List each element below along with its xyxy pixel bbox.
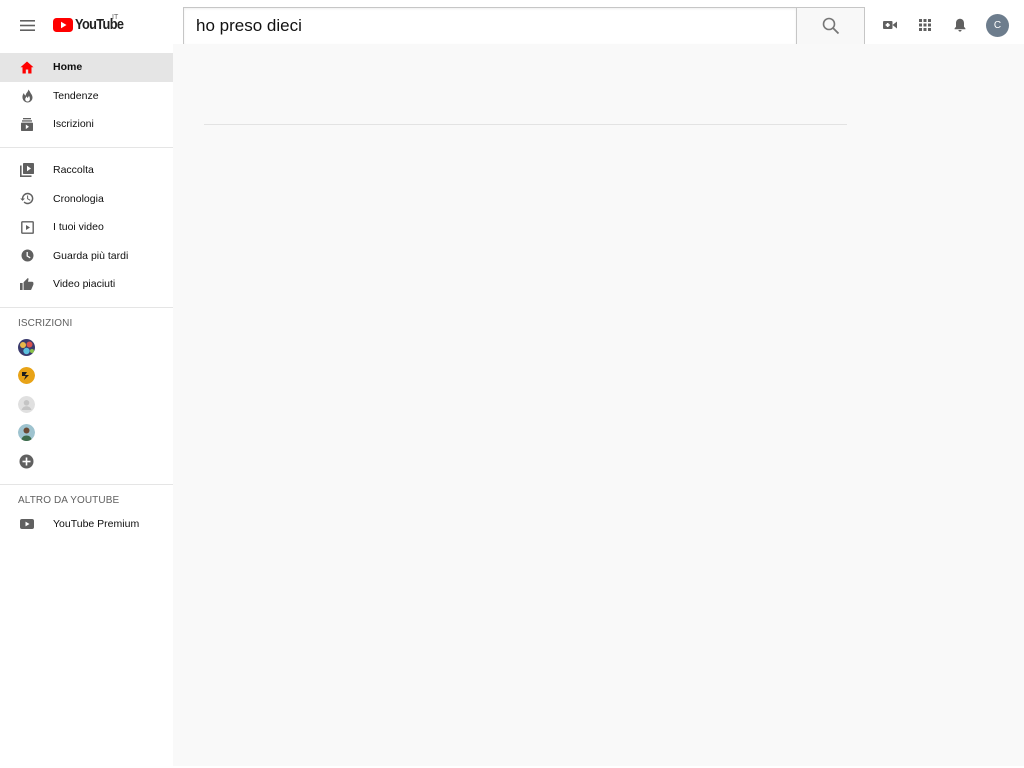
watch-later-icon bbox=[18, 247, 36, 265]
masthead: YouTube IT C bbox=[0, 0, 1024, 50]
sidebar-item-label: Guarda più tardi bbox=[53, 249, 129, 262]
search-form bbox=[183, 7, 865, 45]
sidebar-item-label: Cronologia bbox=[53, 192, 104, 205]
trending-icon bbox=[18, 87, 36, 105]
browse-channels-item[interactable] bbox=[0, 447, 173, 476]
account-avatar[interactable]: C bbox=[986, 13, 1009, 37]
sidebar-item-trending[interactable]: Tendenze bbox=[0, 82, 173, 111]
search-icon bbox=[822, 17, 839, 35]
youtube-play-logo-icon bbox=[53, 18, 73, 32]
home-icon bbox=[18, 58, 36, 76]
apps-grid-icon[interactable] bbox=[912, 12, 938, 38]
guide-section-subscriptions: ISCRIZIONI bbox=[0, 308, 173, 485]
section-title-more-from-youtube: ALTRO DA YOUTUBE bbox=[18, 494, 120, 506]
sidebar-item-label: I tuoi video bbox=[53, 221, 104, 234]
sidebar-item-label: Video piaciuti bbox=[53, 278, 116, 291]
channel-avatar bbox=[18, 395, 35, 413]
guide-section-main: Home Tendenze Iscrizioni bbox=[0, 50, 173, 148]
topbar-buttons: C bbox=[877, 12, 1024, 38]
sidebar-item-watch-later[interactable]: Guarda più tardi bbox=[0, 242, 173, 271]
add-circle-icon bbox=[18, 453, 35, 470]
sidebar-item-history[interactable]: Cronologia bbox=[0, 184, 173, 213]
youtube-logo[interactable]: YouTube bbox=[53, 16, 130, 34]
subscription-channel-item[interactable] bbox=[0, 419, 173, 448]
sidebar-item-subscriptions[interactable]: Iscrizioni bbox=[0, 110, 173, 139]
sidebar-item-liked-videos[interactable]: Video piaciuti bbox=[0, 270, 173, 299]
subscription-channel-item[interactable] bbox=[0, 390, 173, 419]
your-videos-icon bbox=[18, 218, 36, 236]
logo-region-code: IT bbox=[112, 14, 119, 21]
guide-sidebar: Home Tendenze Iscrizioni Raccolta Cronol… bbox=[0, 50, 173, 768]
create-video-icon[interactable] bbox=[877, 12, 903, 38]
library-icon bbox=[18, 161, 36, 179]
main-content bbox=[173, 44, 1024, 766]
guide-section-library: Raccolta Cronologia I tuoi video Guarda … bbox=[0, 148, 173, 308]
guide-menu-icon[interactable] bbox=[14, 13, 40, 37]
guide-section-more: ALTRO DA YOUTUBE YouTube Premium bbox=[0, 485, 173, 547]
avatar-initial: C bbox=[993, 19, 1002, 31]
youtube-premium-icon bbox=[18, 515, 36, 533]
search-input[interactable] bbox=[183, 7, 796, 45]
history-icon bbox=[18, 190, 36, 208]
subscription-channel-item[interactable] bbox=[0, 361, 173, 390]
sidebar-item-label: Home bbox=[53, 61, 83, 74]
notifications-bell-icon[interactable] bbox=[947, 12, 973, 38]
content-divider bbox=[204, 124, 847, 125]
sidebar-item-label: Raccolta bbox=[53, 164, 94, 177]
subscriptions-icon bbox=[18, 115, 36, 133]
channel-avatar bbox=[18, 367, 35, 385]
section-title-subscriptions: ISCRIZIONI bbox=[18, 317, 73, 329]
search-button[interactable] bbox=[796, 7, 865, 45]
liked-videos-icon bbox=[18, 275, 36, 293]
sidebar-item-your-videos[interactable]: I tuoi video bbox=[0, 213, 173, 242]
sidebar-item-library[interactable]: Raccolta bbox=[0, 156, 173, 185]
channel-avatar bbox=[18, 424, 35, 442]
channel-avatar bbox=[18, 338, 35, 356]
sidebar-item-label: Iscrizioni bbox=[53, 118, 94, 131]
sidebar-item-label: Tendenze bbox=[53, 89, 99, 102]
sidebar-item-home[interactable]: Home bbox=[0, 53, 173, 82]
sidebar-item-youtube-premium[interactable]: YouTube Premium bbox=[0, 510, 173, 539]
subscription-channel-item[interactable] bbox=[0, 333, 173, 362]
sidebar-item-label: YouTube Premium bbox=[53, 518, 140, 531]
